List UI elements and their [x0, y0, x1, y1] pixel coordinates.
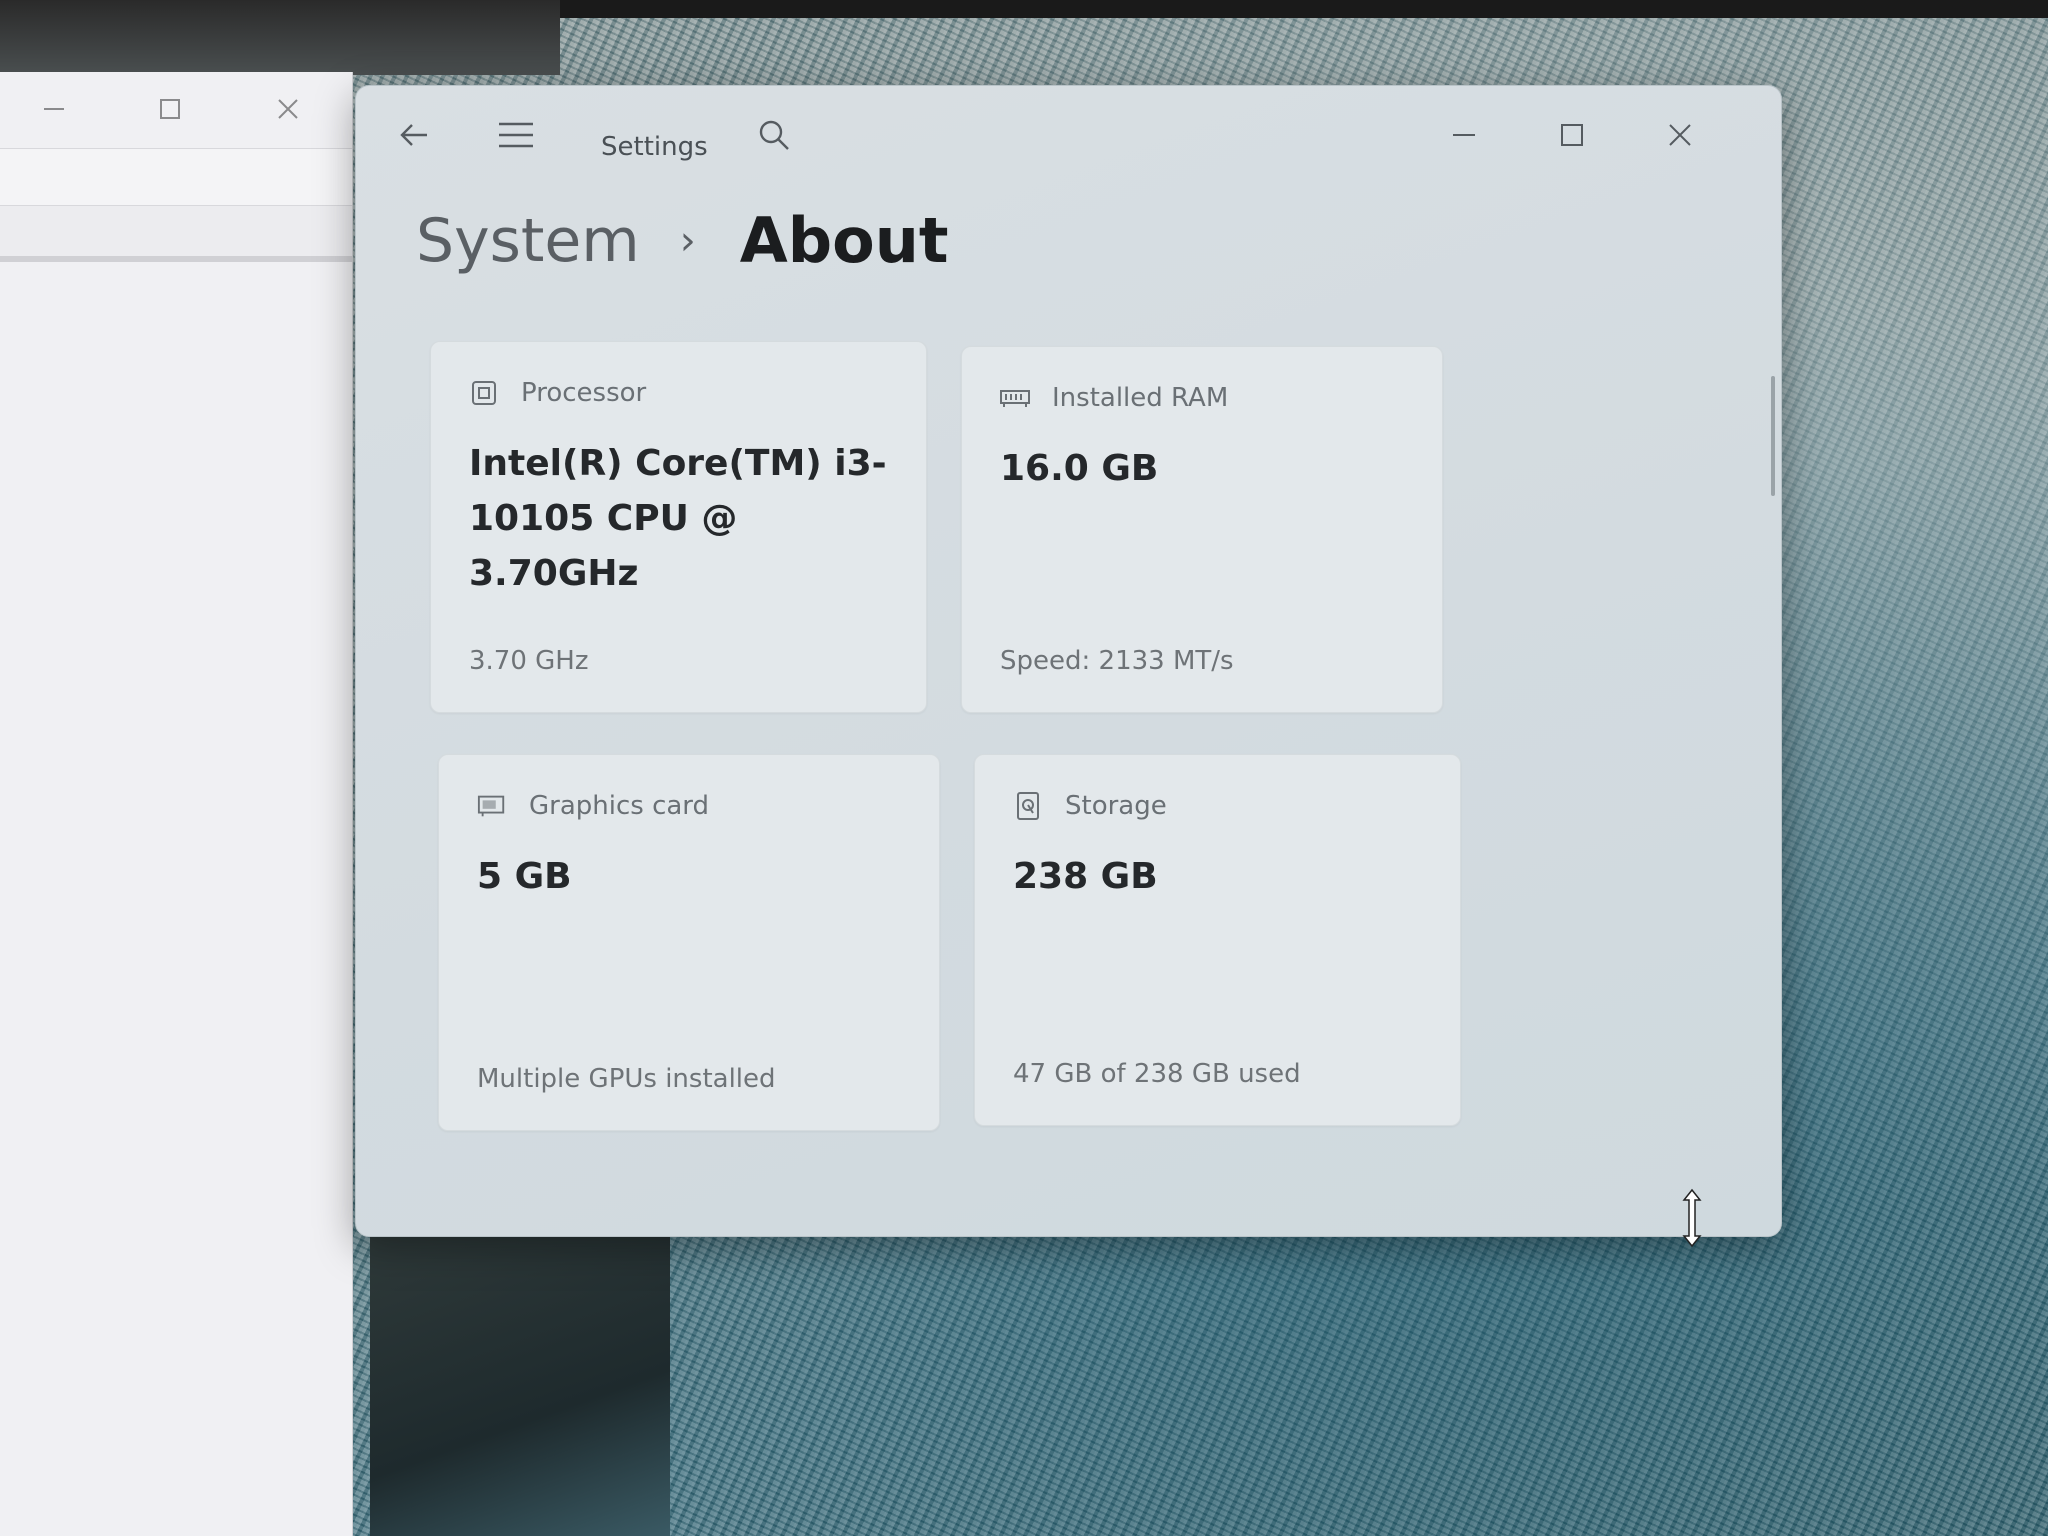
- maximize-button[interactable]: [140, 86, 200, 132]
- installed-ram-label: Installed RAM: [1052, 383, 1229, 413]
- settings-titlebar[interactable]: Settings: [356, 86, 1781, 176]
- breadcrumb-parent-system[interactable]: System: [416, 206, 640, 276]
- minimize-button[interactable]: [1436, 110, 1492, 160]
- breadcrumb-chevron-icon: ›: [679, 217, 696, 264]
- hamburger-menu-icon: [499, 122, 533, 148]
- wallpaper-rock: [370, 1230, 670, 1536]
- back-arrow-icon: [400, 124, 427, 146]
- background-window-titlebar[interactable]: [0, 72, 352, 148]
- page-title: About: [739, 204, 949, 277]
- processor-label: Processor: [521, 378, 647, 408]
- graphics-card-card[interactable]: Graphics card 5 GB Multiple GPUs install…: [438, 754, 940, 1131]
- installed-ram-value: 16.0 GB: [1000, 448, 1159, 489]
- settings-window[interactable]: Settings System › About Processor Intel(…: [355, 85, 1782, 1237]
- background-window-header: [0, 206, 352, 262]
- navigation-menu-button[interactable]: [488, 110, 544, 160]
- back-button[interactable]: [386, 110, 442, 160]
- storage-label: Storage: [1065, 791, 1167, 821]
- processor-value: Intel(R) Core(TM) i3-10105 CPU @ 3.70GHz: [469, 443, 887, 594]
- ram-speed: Speed: 2133 MT/s: [1000, 646, 1234, 676]
- close-button[interactable]: [1652, 110, 1708, 160]
- breadcrumb: System › About: [416, 204, 949, 277]
- maximize-icon: [1561, 124, 1583, 146]
- processor-card[interactable]: Processor Intel(R) Core(TM) i3-10105 CPU…: [430, 341, 927, 713]
- minimize-button[interactable]: [24, 86, 84, 132]
- maximize-icon: [160, 99, 180, 119]
- minimize-icon: [44, 108, 64, 110]
- search-button[interactable]: [746, 110, 802, 160]
- vertical-scrollbar[interactable]: [1771, 376, 1775, 496]
- storage-usage: 47 GB of 238 GB used: [1013, 1059, 1301, 1089]
- processor-icon: [469, 378, 499, 408]
- graphics-card-status: Multiple GPUs installed: [477, 1064, 776, 1094]
- app-title: Settings: [601, 132, 708, 162]
- installed-ram-card[interactable]: Installed RAM 16.0 GB Speed: 2133 MT/s: [961, 346, 1443, 713]
- background-window-toolbar: [0, 148, 352, 206]
- resize-cursor-icon: [1682, 1188, 1702, 1248]
- processor-speed: 3.70 GHz: [469, 646, 589, 676]
- close-button[interactable]: [258, 86, 318, 132]
- graphics-card-icon: [477, 791, 507, 821]
- close-icon: [278, 99, 298, 119]
- search-icon: [759, 120, 789, 150]
- minimize-icon: [1453, 134, 1475, 136]
- maximize-button[interactable]: [1544, 110, 1600, 160]
- background-window[interactable]: [0, 72, 353, 1536]
- graphics-card-label: Graphics card: [529, 791, 710, 821]
- storage-icon: [1013, 791, 1043, 821]
- storage-card[interactable]: Storage 238 GB 47 GB of 238 GB used: [974, 754, 1461, 1126]
- wallpaper-dark-area: [0, 0, 560, 75]
- graphics-card-value: 5 GB: [477, 856, 572, 897]
- ram-icon: [1000, 383, 1030, 413]
- storage-value: 238 GB: [1013, 856, 1158, 897]
- close-icon: [1669, 124, 1691, 146]
